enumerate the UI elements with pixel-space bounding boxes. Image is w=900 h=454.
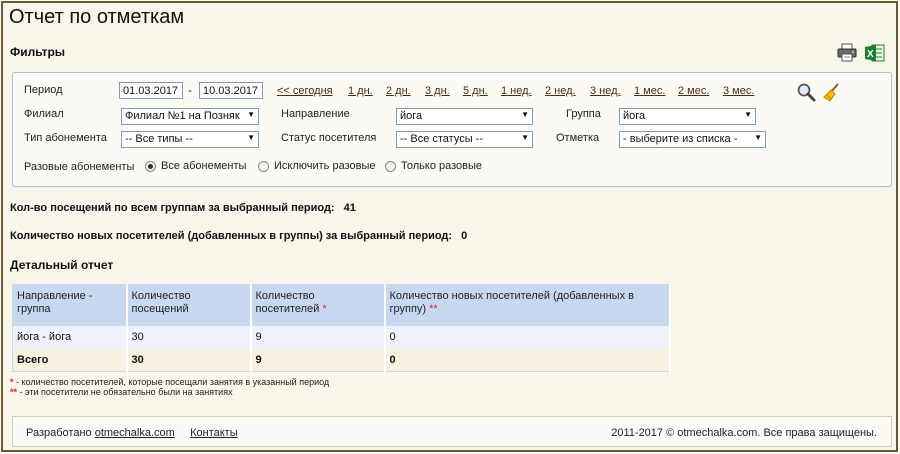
link-2-months[interactable]: 2 мес. (678, 85, 709, 97)
radio-exclude-onetime[interactable]: Исключить разовые (258, 160, 376, 172)
link-3-weeks[interactable]: 3 нед. (590, 85, 621, 97)
column-header: Направление - группа (12, 284, 128, 326)
export-toolbar: X (836, 43, 886, 63)
contacts-link[interactable]: Контакты (190, 427, 238, 439)
table-cell: 9 (250, 348, 386, 372)
new-visitors-label: Количество новых посетителей (добавленны… (10, 230, 453, 242)
visits-count-label: Кол-во посещений по всем группам за выбр… (10, 202, 335, 214)
chevron-down-icon: ▼ (754, 133, 762, 142)
table-cell: 30 (126, 325, 252, 349)
group-select[interactable]: йога ▼ (619, 108, 756, 125)
table-cell: 30 (126, 348, 252, 372)
footer-credits: Разработано otmechalka.com Контакты (26, 427, 238, 439)
visitor-status-select[interactable]: -- Все статусы -- ▼ (396, 131, 533, 148)
date-dash: - (188, 83, 192, 97)
developer-link[interactable]: otmechalka.com (95, 427, 175, 439)
group-label: Группа (566, 108, 601, 120)
mark-label: Отметка (556, 132, 600, 144)
new-visitors-line: Количество новых посетителей (добавленны… (10, 230, 467, 242)
radio-button[interactable] (145, 160, 156, 172)
table-total-row: Всего 30 9 0 (12, 348, 671, 372)
date-to-input[interactable] (199, 82, 263, 99)
chevron-down-icon: ▼ (247, 110, 255, 119)
detail-report-table: Направление - группа Количество посещени… (12, 284, 671, 372)
table-cell: 9 (250, 325, 386, 349)
column-header: Количество посещений (126, 284, 252, 326)
page-title: Отчет по отметкам (9, 6, 185, 28)
direction-select-value: йога (400, 110, 423, 122)
link-2-days[interactable]: 2 дн. (386, 85, 411, 97)
visitor-status-value: -- Все статусы -- (400, 133, 484, 145)
link-2-weeks[interactable]: 2 нед. (545, 85, 576, 97)
table-cell: Всего (12, 348, 128, 372)
link-5-days[interactable]: 5 дн. (463, 85, 488, 97)
chevron-down-icon: ▼ (521, 110, 529, 119)
link-3-days[interactable]: 3 дн. (425, 85, 450, 97)
onetime-label: Разовые абонементы (24, 161, 135, 173)
chevron-down-icon: ▼ (521, 133, 529, 142)
visitor-status-label: Статус посетителя (281, 132, 377, 144)
radio-label: Исключить разовые (274, 160, 376, 172)
link-1-day[interactable]: 1 дн. (348, 85, 373, 97)
subscription-type-value: -- Все типы -- (125, 133, 193, 145)
radio-only-onetime[interactable]: Только разовые (385, 160, 482, 172)
direction-select[interactable]: йога ▼ (396, 108, 533, 125)
filters-panel: Период - << сегодня 1 дн. 2 дн. 3 дн. 5 … (12, 72, 892, 187)
developed-by-label: Разработано (26, 427, 92, 439)
table-cell: 0 (384, 348, 671, 372)
radio-button[interactable] (385, 160, 396, 172)
detail-report-title: Детальный отчет (10, 258, 114, 272)
filter-actions (796, 82, 842, 102)
svg-text:X: X (867, 49, 874, 60)
radio-button[interactable] (258, 160, 269, 172)
visits-count-line: Кол-во посещений по всем группам за выбр… (10, 202, 356, 214)
branch-label: Филиал (24, 108, 64, 120)
copyright-text: 2011-2017 © otmechalka.com. Все права за… (611, 427, 877, 439)
link-1-month[interactable]: 1 мес. (634, 85, 665, 97)
filters-title: Фильтры (10, 45, 66, 59)
excel-icon[interactable]: X (864, 43, 886, 63)
column-header: Количество новых посетителей (добавленны… (384, 284, 671, 326)
table-header-row: Направление - группа Количество посещени… (12, 284, 671, 326)
link-3-months[interactable]: 3 мес. (723, 85, 754, 97)
group-select-value: йога (623, 110, 646, 122)
table-row: йога - йога 30 9 0 (12, 325, 671, 349)
subscription-type-select[interactable]: -- Все типы -- ▼ (121, 131, 259, 148)
link-today[interactable]: << сегодня (277, 85, 333, 97)
table-cell: 0 (384, 325, 671, 349)
branch-select[interactable]: Филиал №1 на Позняк ▼ (121, 108, 259, 125)
new-visitors-value: 0 (461, 230, 468, 242)
chevron-down-icon: ▼ (247, 133, 255, 142)
chevron-down-icon: ▼ (744, 110, 752, 119)
branch-select-value: Филиал №1 на Позняк (125, 110, 240, 122)
visits-count-value: 41 (343, 202, 356, 214)
footnote-double-star: ** - эти посетители не обязательно были … (10, 387, 233, 397)
period-label: Период (24, 84, 63, 96)
mark-select-value: - выберите из списка - (623, 133, 738, 145)
subscription-type-label: Тип абонемента (24, 132, 107, 144)
mark-select[interactable]: - выберите из списка - ▼ (619, 131, 766, 148)
radio-all-subscriptions[interactable]: Все абонементы (145, 160, 246, 172)
printer-icon[interactable] (836, 43, 858, 63)
radio-label: Все абонементы (161, 160, 247, 172)
table-cell: йога - йога (12, 325, 128, 349)
footnote-single-star: * - количество посетителей, которые посе… (10, 377, 330, 387)
search-icon[interactable] (796, 82, 816, 102)
link-1-week[interactable]: 1 нед. (501, 85, 532, 97)
radio-label: Только разовые (401, 160, 483, 172)
page-footer: Разработано otmechalka.com Контакты 2011… (12, 416, 892, 447)
broom-icon[interactable] (822, 82, 842, 102)
date-from-input[interactable] (119, 82, 183, 99)
column-header: Количество посетителей * (250, 284, 386, 326)
page-frame: Отчет по отметкам Фильтры X Период - << … (1, 1, 898, 452)
direction-label: Направление (281, 108, 350, 120)
